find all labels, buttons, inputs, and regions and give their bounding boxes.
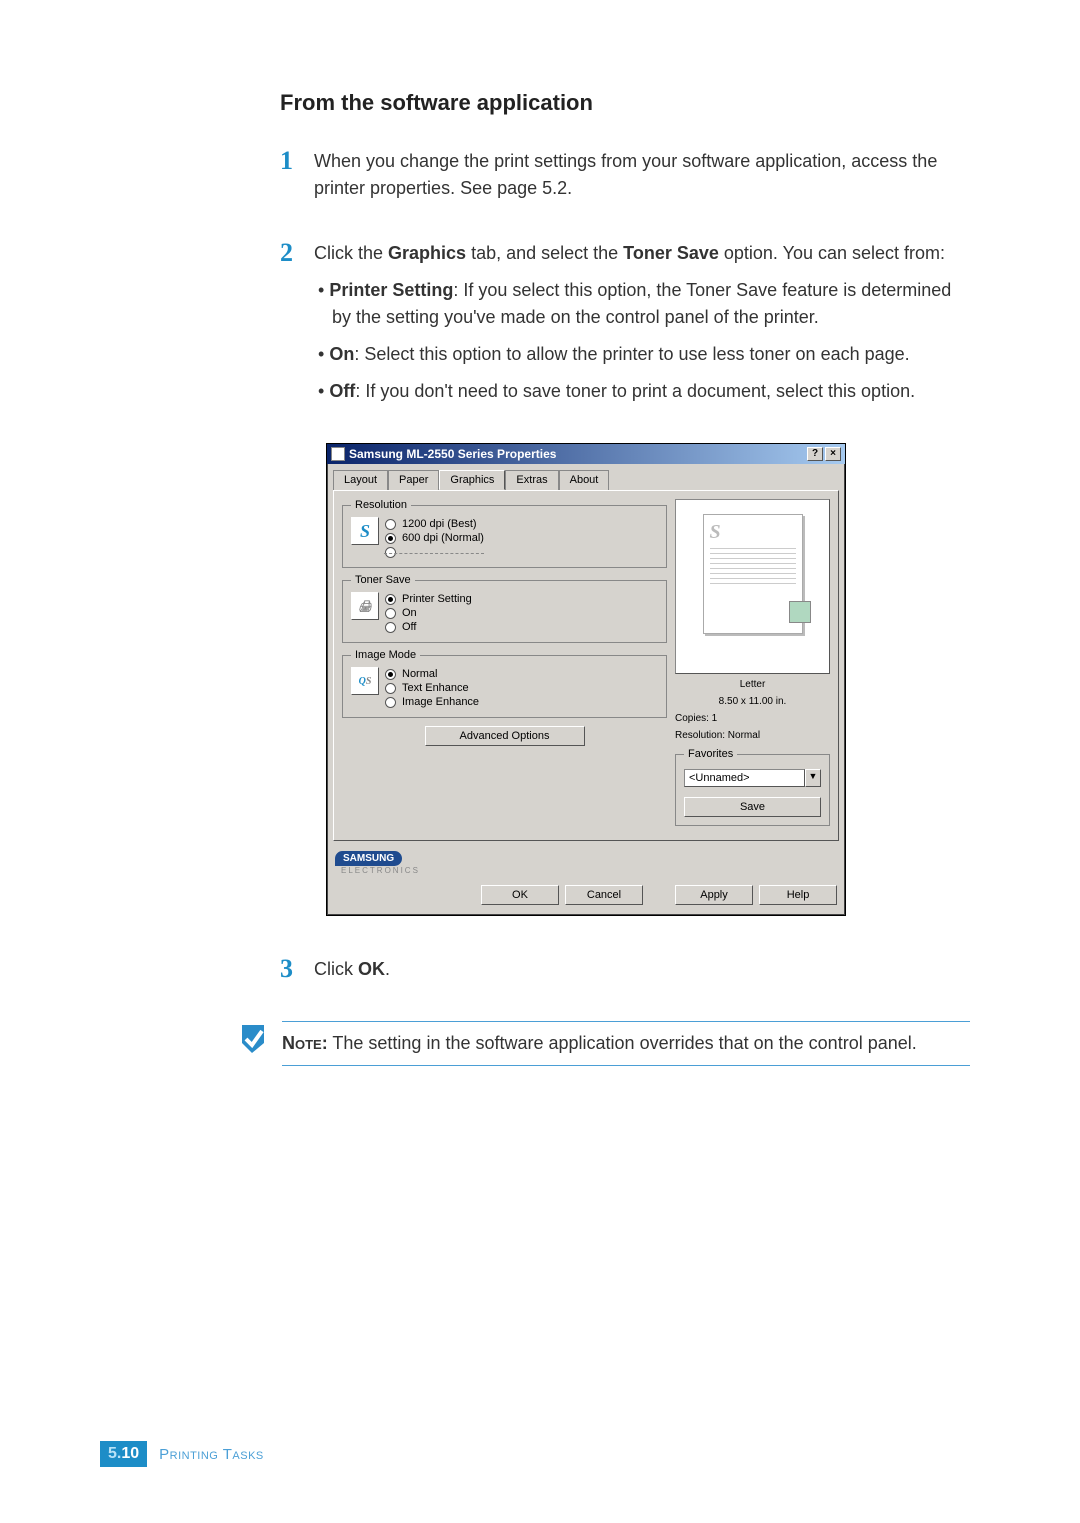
favorites-save-button[interactable]: Save <box>684 797 821 817</box>
label-1200dpi: 1200 dpi (Best) <box>402 518 477 530</box>
step-number-3: 3 <box>280 956 314 993</box>
toner-save-legend: Toner Save <box>351 574 415 586</box>
step-2-intro: Click the Graphics tab, and select the T… <box>314 240 970 267</box>
label-image-enhance: Image Enhance <box>402 696 479 708</box>
favorites-field[interactable]: <Unnamed> <box>684 769 805 787</box>
radio-on[interactable] <box>385 608 396 619</box>
page-preview: S <box>675 499 830 674</box>
footer-title: Printing Tasks <box>159 1446 264 1463</box>
radio-300dpi[interactable] <box>385 547 396 558</box>
ok-ref: OK <box>358 959 385 979</box>
page-orientation-icon <box>789 601 811 623</box>
note-label: Note: <box>282 1033 328 1053</box>
close-button[interactable]: × <box>825 447 841 461</box>
bullet-off: Off: If you don't need to save toner to … <box>314 378 970 405</box>
text: : Select this option to allow the printe… <box>354 344 909 364</box>
preview-copies: Copies: 1 <box>675 712 830 725</box>
bullet-on: On: Select this option to allow the prin… <box>314 341 970 368</box>
toner-save-ref: Toner Save <box>623 243 719 263</box>
page-number: 10 <box>121 1445 139 1462</box>
page-footer: 5.10 Printing Tasks <box>100 1441 264 1467</box>
bullet-printer-setting: Printer Setting: If you select this opti… <box>314 277 970 331</box>
help-button-bottom[interactable]: Help <box>759 885 837 905</box>
printer-properties-dialog: Samsung ML-2550 Series Properties ? × La… <box>326 443 846 916</box>
text: tab, and select the <box>466 243 623 263</box>
resolution-legend: Resolution <box>351 499 411 511</box>
help-button[interactable]: ? <box>807 447 823 461</box>
favorites-legend: Favorites <box>684 748 737 760</box>
image-mode-legend: Image Mode <box>351 649 420 661</box>
label: On <box>329 344 354 364</box>
apply-button[interactable]: Apply <box>675 885 753 905</box>
label-text-enhance: Text Enhance <box>402 682 469 694</box>
text: : If you don't need to save toner to pri… <box>355 381 915 401</box>
dialog-titlebar[interactable]: Samsung ML-2550 Series Properties ? × <box>327 444 845 464</box>
step-number-2: 2 <box>280 240 314 415</box>
label-normal: Normal <box>402 668 437 680</box>
toner-save-icon: 🖨 <box>351 592 379 620</box>
step-1-text: When you change the print settings from … <box>314 148 970 202</box>
preview-resolution: Resolution: Normal <box>675 729 830 742</box>
tab-paper[interactable]: Paper <box>388 470 439 490</box>
cancel-button[interactable]: Cancel <box>565 885 643 905</box>
electronics-label: ELECTRONICS <box>341 866 837 875</box>
text: Click <box>314 959 358 979</box>
radio-600dpi[interactable] <box>385 533 396 544</box>
text: option. You can select from: <box>719 243 945 263</box>
dialog-title: Samsung ML-2550 Series Properties <box>349 447 556 461</box>
image-mode-icon: QS <box>351 667 379 695</box>
preview-size: 8.50 x 11.00 in. <box>675 695 830 708</box>
favorites-dropdown-icon[interactable]: ▼ <box>805 769 821 787</box>
preview-paper: Letter <box>675 678 830 691</box>
label: Off <box>329 381 355 401</box>
note-icon <box>236 1021 272 1057</box>
toner-save-group: Toner Save 🖨 Printer Setting On Off <box>342 574 667 643</box>
note-text: The setting in the software application … <box>328 1033 917 1053</box>
printer-icon <box>331 447 345 461</box>
chapter-number: 5. <box>108 1445 121 1462</box>
page-number-badge: 5.10 <box>100 1441 147 1467</box>
label-printer-setting: Printer Setting <box>402 593 472 605</box>
step-number-1: 1 <box>280 148 314 212</box>
tab-about[interactable]: About <box>559 470 610 490</box>
graphics-ref: Graphics <box>388 243 466 263</box>
text: . <box>385 959 390 979</box>
label-600dpi: 600 dpi (Normal) <box>402 532 484 544</box>
section-heading: From the software application <box>280 90 970 116</box>
radio-normal[interactable] <box>385 669 396 680</box>
radio-text-enhance[interactable] <box>385 683 396 694</box>
radio-off[interactable] <box>385 622 396 633</box>
resolution-group: Resolution S 1200 dpi (Best) 600 dpi (No… <box>342 499 667 568</box>
tab-graphics[interactable]: Graphics <box>439 470 505 490</box>
note-box: Note: The setting in the software applic… <box>282 1021 970 1066</box>
ok-button[interactable]: OK <box>481 885 559 905</box>
step-3-text: Click OK. <box>314 956 390 983</box>
radio-image-enhance[interactable] <box>385 697 396 708</box>
image-mode-group: Image Mode QS Normal Text Enhance Image … <box>342 649 667 718</box>
radio-1200dpi[interactable] <box>385 519 396 530</box>
text: Click the <box>314 243 388 263</box>
advanced-options-button[interactable]: Advanced Options <box>425 726 585 746</box>
label: Printer Setting <box>329 280 453 300</box>
radio-printer-setting[interactable] <box>385 594 396 605</box>
samsung-logo: SAMSUNG <box>335 851 402 866</box>
resolution-icon: S <box>351 517 379 545</box>
label-off: Off <box>402 621 416 633</box>
tab-layout[interactable]: Layout <box>333 470 388 490</box>
label-on: On <box>402 607 417 619</box>
tab-extras[interactable]: Extras <box>505 470 558 490</box>
favorites-group: Favorites <Unnamed> ▼ Save <box>675 748 830 826</box>
